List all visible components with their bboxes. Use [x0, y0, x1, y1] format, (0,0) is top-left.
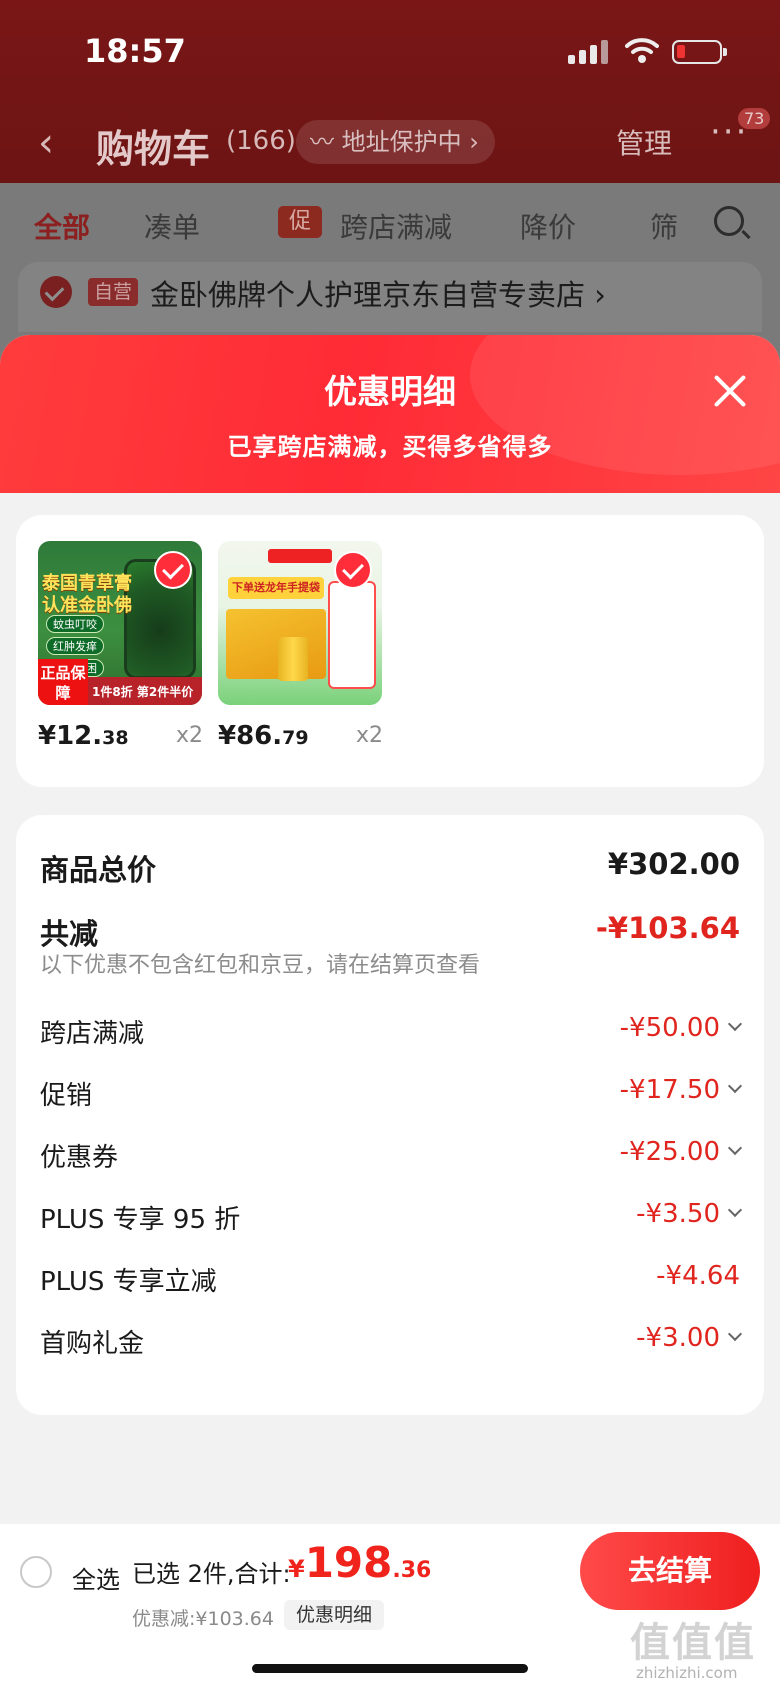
discount-detail-button[interactable]: 优惠明细 — [284, 1600, 385, 1630]
selected-summary: 已选 2件,合计: — [132, 1560, 291, 1588]
store-logo-shape — [268, 549, 332, 563]
total-reduce-value: -¥103.64 — [595, 911, 740, 945]
discount-label: PLUS 专享 95 折 — [40, 1205, 241, 1235]
product-qty: x2 — [356, 723, 384, 748]
goods-total-label: 商品总价 — [40, 853, 157, 887]
watermark-url: zhizhizhi.com — [636, 1664, 738, 1682]
gift-box-shape — [226, 609, 326, 679]
tab-all[interactable]: 全部 — [34, 206, 90, 246]
store-row: 自营 金卧佛牌个人护理京东自营专卖店 › — [18, 262, 762, 332]
summary-note: 以下优惠不包含红包和京豆，请在结算页查看 — [40, 953, 481, 978]
manage-button[interactable]: 管理 — [616, 122, 672, 162]
tab-filter[interactable]: 筛 — [650, 206, 678, 246]
self-operated-tag: 自营 — [88, 278, 139, 306]
discount-value: -¥17.50 — [619, 1075, 720, 1105]
address-protect-button[interactable]: 〰 地址保护中 › — [296, 120, 495, 164]
product-image: 下单送龙年手提袋 — [218, 541, 382, 705]
page-title: 购物车 — [96, 127, 211, 171]
can-shape — [278, 637, 308, 681]
check-icon[interactable] — [154, 551, 192, 589]
tab-price-drop[interactable]: 降价 — [520, 206, 576, 246]
status-time: 18:57 — [84, 32, 186, 70]
sheet-header: 优惠明细 已享跨店满减，买得多省得多 — [0, 335, 780, 493]
tab-bundle[interactable]: 凑单 — [144, 206, 200, 246]
check-icon[interactable] — [334, 551, 372, 589]
genuine-badge: 正品保障 — [38, 659, 88, 705]
product-image-pill: 红肿发痒 — [46, 637, 104, 655]
product-item[interactable]: 下单送龙年手提袋 ¥86.79 x2 — [218, 541, 383, 751]
product-price: ¥86.79 — [218, 721, 309, 751]
discount-label: 促销 — [40, 1081, 93, 1111]
address-protect-label: 地址保护中 — [341, 128, 462, 156]
chevron-down-icon[interactable] — [727, 1016, 743, 1032]
chevron-down-icon[interactable] — [727, 1140, 743, 1156]
chevron-down-icon[interactable] — [727, 1202, 743, 1218]
checkout-button[interactable]: 去结算 — [580, 1532, 760, 1610]
product-image-pill: 蚊虫叮咬 — [46, 615, 104, 633]
shield-icon: 〰 — [310, 128, 342, 156]
discount-summary: 优惠减:¥103.64 — [132, 1608, 274, 1630]
status-bar: 18:57 — [0, 0, 780, 100]
product-image-text: 认准金卧佛 — [42, 595, 132, 616]
wifi-icon — [625, 38, 659, 63]
discount-value: -¥3.50 — [636, 1199, 720, 1229]
close-icon[interactable] — [712, 373, 748, 409]
cart-tabs: 全部 凑单 促 跨店满减 降价 筛 — [0, 200, 780, 250]
checkout-bar: 全选 已选 2件,合计: ¥198.36 优惠减:¥103.64 优惠明细 去结… — [0, 1524, 780, 1688]
search-icon[interactable] — [714, 206, 744, 236]
sheet-title: 优惠明细 — [324, 372, 456, 411]
sheet-subtitle: 已享跨店满减，买得多省得多 — [227, 433, 553, 461]
promo-tag: 促 — [278, 206, 322, 238]
discount-value: -¥50.00 — [619, 1013, 720, 1043]
discount-value: -¥25.00 — [619, 1137, 720, 1167]
cart-count: (166) — [226, 126, 296, 156]
discount-label: 跨店满减 — [40, 1019, 145, 1049]
chevron-down-icon[interactable] — [727, 1326, 743, 1342]
cart-nav: ‹ 购物车 (166) 〰 地址保护中 › 管理 ··· 73 — [0, 108, 780, 178]
chevron-down-icon[interactable] — [727, 1078, 743, 1094]
select-all-label[interactable]: 全选 — [72, 1560, 120, 1595]
discount-label: 优惠券 — [40, 1143, 119, 1173]
product-image: 泰国青草膏 认准金卧佛 蚊虫叮咬 红肿发痒 清凉解困 正品保障 1件8折 第2件… — [38, 541, 202, 705]
product-qty: x2 — [176, 723, 204, 748]
select-all-checkbox[interactable] — [20, 1556, 52, 1588]
home-indicator — [252, 1664, 528, 1673]
watermark-logo: 值值值 — [630, 1620, 756, 1666]
total-price: ¥198.36 — [288, 1538, 432, 1587]
product-image-text: 下单送龙年手提袋 — [228, 577, 324, 599]
side-panel-shape — [328, 581, 376, 689]
product-price: ¥12.38 — [38, 721, 129, 751]
store-checkbox[interactable] — [40, 276, 72, 308]
message-badge: 73 — [738, 108, 771, 129]
back-icon[interactable]: ‹ — [38, 120, 54, 166]
products-card: 泰国青草膏 认准金卧佛 蚊虫叮咬 红肿发痒 清凉解困 正品保障 1件8折 第2件… — [16, 515, 764, 787]
battery-icon — [672, 40, 727, 64]
summary-card: 商品总价 ¥302.00 共减 -¥103.64 以下优惠不包含红包和京豆，请在… — [16, 815, 764, 1415]
discount-value: -¥4.64 — [656, 1261, 740, 1291]
discount-label: PLUS 专享立减 — [40, 1267, 217, 1297]
tab-cross-store[interactable]: 跨店满减 — [340, 206, 452, 246]
signal-icon — [568, 40, 610, 64]
discount-label: 首购礼金 — [40, 1329, 145, 1359]
promo-text: 1件8折 第2件半价 — [92, 685, 194, 699]
discount-detail-sheet: 优惠明细 已享跨店满减，买得多省得多 泰国青草膏 认准金卧佛 蚊虫叮咬 红肿发痒… — [0, 335, 780, 1688]
discount-value: -¥3.00 — [636, 1323, 720, 1353]
store-name[interactable]: 金卧佛牌个人护理京东自营专卖店 › — [150, 272, 606, 314]
goods-total-value: ¥302.00 — [607, 847, 740, 881]
product-item[interactable]: 泰国青草膏 认准金卧佛 蚊虫叮咬 红肿发痒 清凉解困 正品保障 1件8折 第2件… — [38, 541, 203, 751]
